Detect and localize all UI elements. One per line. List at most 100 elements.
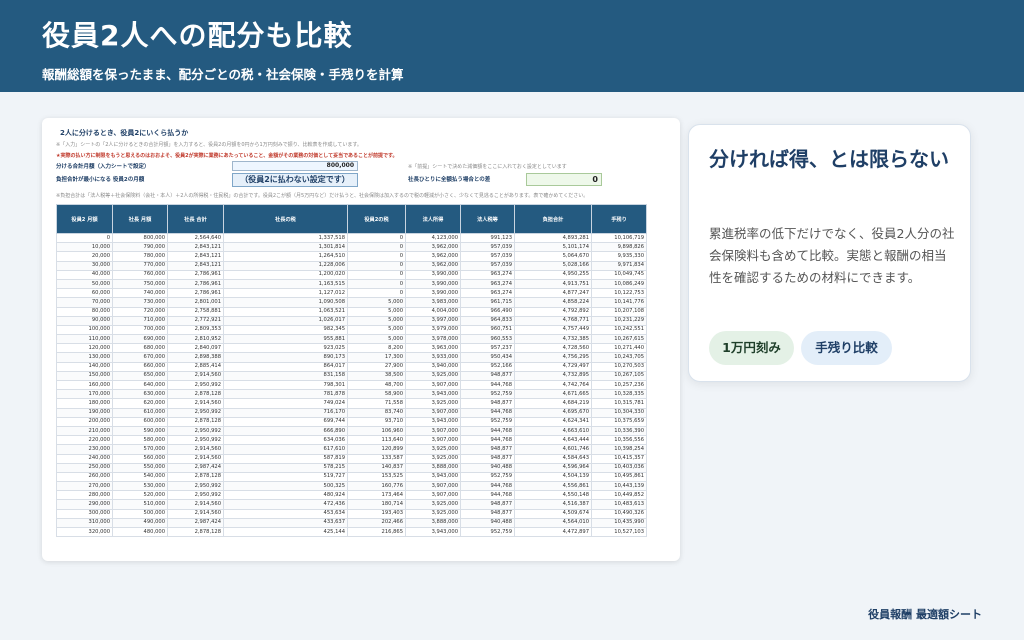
table-cell: 9,898,826: [591, 242, 647, 253]
table-cell: 948,877: [460, 398, 515, 409]
table-cell: 963,274: [460, 278, 515, 290]
table-cell: 2,914,560: [167, 444, 224, 455]
table-cell: 300,000: [56, 508, 113, 519]
spreadsheet-screenshot: 2人に分けるとき、役員2にいくら払うか ※「入力」シートの「2人に分けるときの合…: [42, 118, 680, 561]
table-cell: 2,878,128: [167, 526, 224, 538]
table-cell: 2,987,424: [167, 517, 224, 529]
table-cell: 700,000: [112, 324, 168, 336]
table-cell: 3,907,000: [405, 481, 461, 492]
table-cell: 48,700: [347, 379, 406, 391]
table-cell: 2,914,560: [167, 453, 224, 464]
table-cell: 3,933,000: [405, 352, 461, 363]
table-cell: 3,979,000: [405, 324, 461, 336]
table-cell: 58,900: [347, 389, 406, 400]
column-header: 手残り: [591, 204, 647, 234]
table-cell: 9,935,330: [591, 251, 647, 262]
table-row: 200,000 600,000 2,878,128 699,744 93,710 3,94…: [56, 416, 647, 427]
table-cell: 1,200,020: [223, 269, 348, 280]
table-cell: 740,000: [112, 288, 168, 299]
table-cell: 90,000: [56, 315, 113, 326]
table-cell: 948,877: [460, 508, 515, 519]
table-cell: 2,758,881: [167, 306, 224, 317]
table-cell: 4,663,610: [514, 425, 592, 437]
table-cell: 2,843,121: [167, 242, 224, 253]
table-cell: 173,464: [347, 490, 406, 501]
table-cell: 200,000: [56, 416, 113, 427]
table-cell: 864,017: [223, 361, 348, 372]
table-cell: 30,000: [56, 260, 113, 271]
table-cell: 640,000: [112, 379, 168, 391]
table-cell: 1,090,508: [223, 297, 348, 308]
sheet-note: ※「入力」シートの「2人に分けるときの合計月額」を入力すると、役員2の月額を0円…: [56, 142, 362, 148]
table-cell: 966,490: [460, 306, 515, 317]
table-cell: 3,925,000: [405, 499, 461, 510]
table-cell: 2,914,560: [167, 508, 224, 519]
table-cell: 587,819: [223, 453, 348, 464]
table-cell: 3,907,000: [405, 379, 461, 391]
table-cell: 3,990,000: [405, 278, 461, 290]
table-cell: 2,786,961: [167, 269, 224, 280]
table-cell: 10,000: [56, 242, 113, 253]
table-cell: 600,000: [112, 416, 168, 427]
table-cell: 38,500: [347, 370, 406, 382]
table-row: 80,000 720,000 2,758,881 1,063,521 5,000 4,00…: [56, 306, 647, 317]
table-row: 190,000 610,000 2,950,992 716,170 83,740 3,90…: [56, 407, 647, 418]
table-cell: 957,039: [460, 260, 515, 271]
table-cell: 630,000: [112, 389, 168, 400]
table-cell: 490,000: [112, 517, 168, 529]
table-cell: 4,728,560: [514, 343, 592, 354]
table-cell: 10,207,108: [591, 306, 647, 317]
table-cell: 960,751: [460, 324, 515, 336]
table-cell: 3,963,000: [405, 343, 461, 354]
table-cell: 770,000: [112, 260, 168, 271]
table-cell: 940,488: [460, 462, 515, 473]
table-cell: 27,900: [347, 361, 406, 372]
table-cell: 944,768: [460, 490, 515, 501]
table-cell: 3,940,000: [405, 361, 461, 372]
table-cell: 634,036: [223, 435, 348, 446]
table-cell: 2,840,097: [167, 343, 224, 354]
table-cell: 140,837: [347, 462, 406, 473]
table-cell: 4,624,341: [514, 416, 592, 427]
table-cell: 10,356,556: [591, 435, 647, 446]
table-row: 230,000 570,000 2,914,560 617,610 120,899 3,9…: [56, 444, 647, 455]
table-cell: 10,495,861: [591, 471, 647, 483]
table-cell: 963,274: [460, 269, 515, 280]
table-cell: 3,888,000: [405, 462, 461, 473]
table-cell: 180,714: [347, 499, 406, 510]
table-cell: 4,732,895: [514, 370, 592, 382]
tag-step: 1万円刻み: [709, 331, 794, 365]
table-cell: 1,301,814: [223, 242, 348, 253]
table-cell: 750,000: [112, 278, 168, 290]
table-cell: 5,101,174: [514, 242, 592, 253]
table-cell: 610,000: [112, 407, 168, 418]
table-cell: 0: [347, 278, 406, 290]
column-header: 法人所得: [405, 204, 461, 234]
table-row: 100,000 700,000 2,809,353 982,345 5,000 3,979…: [56, 324, 647, 336]
table-cell: 948,877: [460, 453, 515, 464]
table-cell: 948,877: [460, 370, 515, 382]
table-cell: 2,950,992: [167, 379, 224, 391]
table-cell: 10,257,236: [591, 379, 647, 391]
page-subtitle: 報酬総額を保ったまま、配分ごとの税・社会保険・手残りを計算: [42, 67, 404, 82]
table-cell: 923,025: [223, 343, 348, 354]
table-cell: 190,000: [56, 407, 113, 418]
table-cell: 10,304,330: [591, 407, 647, 418]
table-cell: 0: [347, 232, 406, 244]
table-row: 0 800,000 2,564,640 1,337,518 0 4,123,000 991,…: [56, 232, 647, 244]
table-cell: 2,564,640: [167, 232, 224, 244]
table-cell: 113,640: [347, 435, 406, 446]
table-cell: 425,144: [223, 526, 348, 538]
sheet-right-note: ※「前提」シートで決めた減価額をここに入れておく設定としています: [408, 164, 567, 170]
info-card: 分ければ得、とは限らない 累進税率の低下だけでなく、役員2人分の社会保険料も含め…: [688, 124, 971, 382]
table-cell: 964,833: [460, 315, 515, 326]
table-cell: 749,024: [223, 398, 348, 409]
table-cell: 3,962,000: [405, 260, 461, 271]
column-header: 役員2 月額: [56, 204, 113, 234]
table-cell: 310,000: [56, 517, 113, 529]
table-cell: 2,809,353: [167, 324, 224, 336]
table-cell: 160,776: [347, 481, 406, 492]
table-cell: 944,768: [460, 407, 515, 418]
total-value-cell[interactable]: 800,000: [232, 161, 358, 171]
table-cell: 948,877: [460, 499, 515, 510]
